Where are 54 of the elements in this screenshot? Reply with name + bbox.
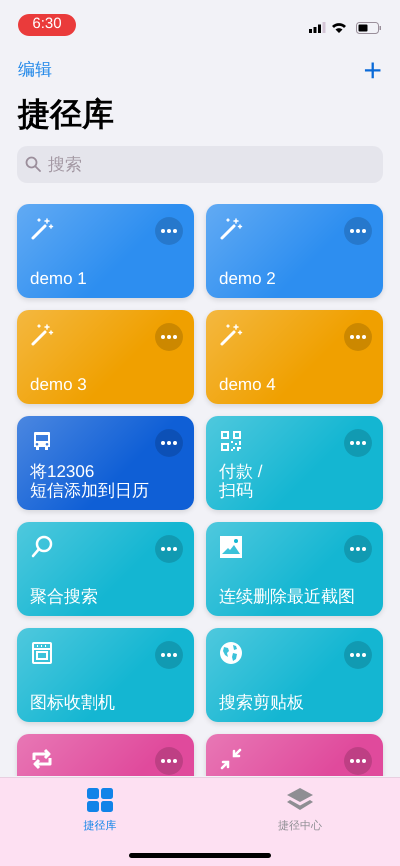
shortcut-card[interactable]: 图标收割机 <box>17 628 194 722</box>
magic-wand-icon <box>219 217 243 241</box>
shrink-arrows-icon <box>219 747 243 771</box>
shortcut-title: demo 3 <box>30 375 88 394</box>
signal-icon <box>309 22 326 33</box>
shortcut-card[interactable]: 将12306 短信添加到日历 <box>17 416 194 510</box>
shortcut-title: demo 4 <box>219 375 277 394</box>
more-button[interactable] <box>344 217 372 245</box>
shortcut-card[interactable]: demo 4 <box>206 310 383 404</box>
more-button[interactable] <box>344 535 372 563</box>
shortcut-card[interactable]: demo 3 <box>17 310 194 404</box>
magic-wand-icon <box>30 323 54 347</box>
more-button[interactable] <box>155 641 183 669</box>
shortcut-title: 图标收割机 <box>30 693 116 712</box>
battery-icon <box>356 22 382 34</box>
shortcut-title: 连续删除最近截图 <box>219 587 356 606</box>
tab-item[interactable]: 捷径中心 <box>200 778 400 834</box>
layers-icon <box>287 788 313 812</box>
shortcut-card[interactable]: 搜索剪贴板 <box>206 628 383 722</box>
magic-wand-icon <box>30 217 54 241</box>
search-field[interactable]: 搜索 <box>17 146 383 183</box>
more-button[interactable] <box>155 747 183 775</box>
globe-icon <box>219 641 243 665</box>
magnifier-icon <box>30 535 54 559</box>
wifi-icon <box>332 22 346 32</box>
shortcut-title: demo 1 <box>30 269 88 288</box>
shortcut-card[interactable]: demo 2 <box>206 204 383 298</box>
grid-icon <box>87 788 113 812</box>
shortcut-card[interactable]: demo 1 <box>17 204 194 298</box>
repeat-icon <box>30 747 54 771</box>
shortcut-card[interactable]: 连续删除最近截图 <box>206 522 383 616</box>
more-button[interactable] <box>155 429 183 457</box>
qr-code-icon <box>219 429 243 453</box>
magic-wand-icon <box>219 323 243 347</box>
page-title: 捷径库 <box>16 95 115 134</box>
add-button[interactable]: + <box>363 54 382 86</box>
shortcut-title: demo 2 <box>219 269 277 288</box>
shortcut-title: 搜索剪贴板 <box>219 693 305 712</box>
more-button[interactable] <box>155 217 183 245</box>
shortcut-title: 将12306 短信添加到日历 <box>30 462 150 500</box>
more-button[interactable] <box>344 641 372 669</box>
search-icon <box>25 156 41 172</box>
shortcut-card[interactable]: 付款 / 扫码 <box>206 416 383 510</box>
time-pill: 6:30 <box>18 14 76 36</box>
more-button[interactable] <box>155 535 183 563</box>
shortcut-title: 聚合搜索 <box>30 587 99 606</box>
more-button[interactable] <box>344 747 372 775</box>
image-icon <box>219 535 243 559</box>
more-button[interactable] <box>344 429 372 457</box>
edit-button[interactable]: 编辑 <box>18 57 52 83</box>
tab-item[interactable]: 捷径库 <box>0 778 200 834</box>
shortcut-card[interactable]: 聚合搜索 <box>17 522 194 616</box>
shortcut-title: 付款 / 扫码 <box>219 462 264 500</box>
oven-icon <box>30 641 54 665</box>
